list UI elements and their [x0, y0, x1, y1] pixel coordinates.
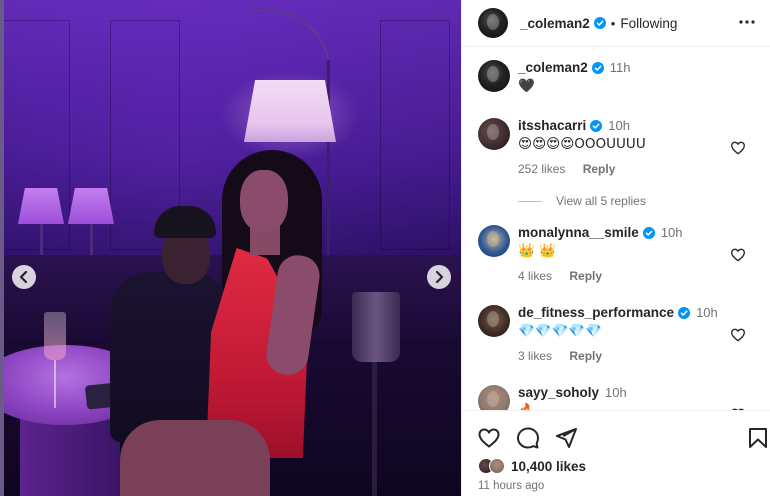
- comments-panel: _coleman2 • Following _coleman2 11h 🖤 it…: [461, 0, 770, 496]
- comment-time[interactable]: 10h: [608, 118, 630, 133]
- comment-text: 👑 👑: [518, 243, 556, 259]
- comment-time[interactable]: 10h: [696, 305, 718, 320]
- table-lamp: [68, 188, 114, 224]
- likes-summary[interactable]: 10,400 likes: [478, 458, 586, 474]
- verified-badge-icon: [593, 17, 606, 29]
- post-photo[interactable]: [0, 0, 461, 496]
- likes-count[interactable]: 10,400 likes: [511, 459, 586, 474]
- avatar[interactable]: [478, 385, 510, 410]
- share-icon[interactable]: [554, 426, 578, 450]
- comment-time[interactable]: 10h: [605, 385, 627, 400]
- avatar[interactable]: [478, 305, 510, 337]
- comment-likes[interactable]: 3 likes: [518, 349, 552, 363]
- reply-button[interactable]: Reply: [569, 269, 602, 283]
- comment-text: 😍😍😍😍OOOUUUU: [518, 136, 646, 152]
- table-lamp: [18, 188, 64, 224]
- comment-time[interactable]: 10h: [661, 225, 683, 240]
- champagne-glass: [44, 312, 66, 360]
- comment-likes[interactable]: 4 likes: [518, 269, 552, 283]
- chevron-left-icon[interactable]: [12, 265, 36, 289]
- avatar[interactable]: [478, 118, 510, 150]
- verified-badge-icon: [591, 61, 604, 74]
- post-modal: _coleman2 • Following _coleman2 11h 🖤 it…: [0, 0, 770, 496]
- heart-icon[interactable]: [730, 327, 746, 343]
- separator: •: [610, 15, 616, 31]
- author-avatar[interactable]: [478, 8, 508, 38]
- floor-lamp: [244, 80, 336, 142]
- heart-icon[interactable]: [477, 426, 501, 450]
- bookmark-icon[interactable]: [746, 426, 770, 450]
- heart-icon[interactable]: [730, 247, 746, 263]
- ice-bucket: [352, 292, 400, 362]
- caption-username[interactable]: _coleman2: [518, 60, 588, 75]
- author-avatar[interactable]: [478, 60, 510, 92]
- avatar: [489, 458, 505, 474]
- verified-badge-icon: [642, 226, 655, 239]
- avatar[interactable]: [478, 225, 510, 257]
- chevron-right-icon[interactable]: [427, 265, 451, 289]
- comment-username[interactable]: monalynna__smile: [518, 225, 639, 240]
- reply-button[interactable]: Reply: [569, 349, 602, 363]
- comment-likes[interactable]: 252 likes: [518, 162, 565, 176]
- author-username[interactable]: _coleman2: [520, 16, 590, 31]
- more-horizontal-icon[interactable]: [733, 8, 761, 36]
- post-timestamp[interactable]: 11 hours ago: [478, 480, 544, 492]
- view-replies-button[interactable]: View all 5 replies: [518, 194, 646, 208]
- caption-time[interactable]: 11h: [610, 60, 631, 75]
- comment-username[interactable]: sayy_soholy: [518, 385, 599, 400]
- post-actions: 10,400 likes 11 hours ago: [462, 410, 770, 496]
- verified-badge-icon: [590, 119, 603, 132]
- reply-button[interactable]: Reply: [583, 162, 616, 176]
- comment-icon[interactable]: [516, 426, 540, 450]
- comment-text: 💎💎💎💎💎: [518, 323, 603, 339]
- caption-text: 🖤: [518, 78, 535, 94]
- comment-text: 🔥: [518, 403, 738, 410]
- comment-username[interactable]: de_fitness_performance: [518, 305, 674, 320]
- following-button[interactable]: Following: [620, 16, 677, 31]
- view-replies-label[interactable]: View all 5 replies: [556, 194, 646, 208]
- comment-username[interactable]: itsshacarri: [518, 118, 586, 133]
- post-header: _coleman2 • Following: [462, 0, 770, 47]
- comments-list[interactable]: _coleman2 11h 🖤 itsshacarri 10h 😍😍😍😍OOOU…: [462, 48, 770, 410]
- verified-badge-icon: [678, 306, 691, 319]
- heart-icon[interactable]: [730, 140, 746, 156]
